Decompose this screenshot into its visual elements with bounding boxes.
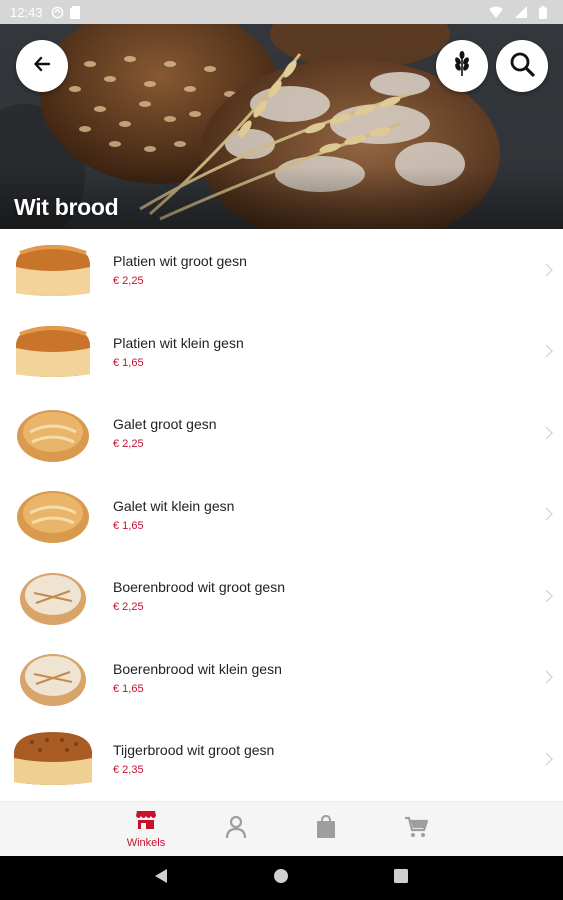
bag-icon: [316, 814, 336, 844]
product-image: [16, 244, 90, 296]
product-name: Platien wit klein gesn: [113, 334, 244, 351]
product-name: Boerenbrood wit klein gesn: [113, 660, 282, 677]
product-image: [14, 731, 92, 785]
store-icon: [135, 810, 157, 835]
product-image: [17, 491, 89, 544]
chevron-right-icon: [545, 589, 554, 608]
system-navigation-bar: [0, 856, 563, 900]
sd-card-icon: [69, 5, 80, 19]
chevron-right-icon: [545, 507, 554, 526]
product-name: Tijgerbrood wit groot gesn: [113, 742, 275, 759]
circle-home-icon: [273, 868, 289, 889]
search-icon: [509, 51, 535, 82]
product-item[interactable]: Boerenbrood wit klein gesn € 1,65: [0, 637, 563, 719]
nav-orders[interactable]: [296, 802, 356, 857]
product-item[interactable]: Platien wit klein gesn € 1,65: [0, 311, 563, 393]
cart-icon: [404, 816, 429, 843]
triangle-back-icon: [154, 868, 168, 889]
system-back-button[interactable]: [151, 868, 171, 888]
product-name: Platien wit groot gesn: [113, 253, 247, 270]
product-price: € 2,35: [113, 764, 144, 777]
search-button[interactable]: [496, 40, 548, 92]
chevron-right-icon: [545, 263, 554, 282]
product-price: € 2,25: [113, 601, 144, 614]
product-name: Galet wit klein gesn: [113, 497, 235, 514]
back-button[interactable]: [16, 40, 68, 92]
status-bar: 12:43: [0, 0, 563, 24]
product-price: € 2,25: [113, 275, 144, 288]
person-icon: [225, 815, 247, 844]
product-list: Platien wit groot gesn € 2,25 Platien wi…: [0, 229, 563, 801]
nav-account[interactable]: [206, 802, 266, 857]
product-name: Galet groot gesn: [113, 416, 217, 433]
nav-stores-label: Winkels: [126, 837, 166, 849]
product-price: € 1,65: [113, 519, 144, 532]
product-image: [16, 326, 90, 378]
wifi-icon: [489, 6, 503, 18]
product-item[interactable]: Galet wit klein gesn € 1,65: [0, 474, 563, 556]
chevron-right-icon: [545, 426, 554, 445]
status-time: 12:43: [10, 4, 43, 20]
product-price: € 1,65: [113, 356, 144, 369]
app-screen: 12:43 Wit brood Platien wit groot gesn €…: [0, 0, 563, 900]
chevron-right-icon: [545, 344, 554, 363]
product-name: Boerenbrood wit groot gesn: [113, 579, 285, 596]
product-price: € 1,65: [113, 682, 144, 695]
allergen-filter-button[interactable]: [436, 40, 488, 92]
system-home-button[interactable]: [271, 868, 291, 888]
product-item[interactable]: Galet groot gesn € 2,25: [0, 392, 563, 474]
product-price: € 2,25: [113, 438, 144, 451]
sync-icon: [51, 6, 64, 19]
chevron-right-icon: [545, 752, 554, 771]
wheat-icon: [452, 50, 472, 82]
nav-cart[interactable]: [386, 802, 446, 857]
product-item[interactable]: Tijgerbrood wit groot gesn € 2,35: [0, 718, 563, 800]
square-recents-icon: [394, 868, 408, 888]
product-item[interactable]: Platien wit groot gesn € 2,25: [0, 229, 563, 311]
product-image: [17, 409, 89, 462]
product-image: [20, 572, 86, 625]
back-arrow-icon: [33, 55, 51, 78]
bottom-navigation: Winkels: [0, 801, 563, 856]
page-title: Wit brood: [14, 194, 119, 220]
system-recents-button[interactable]: [391, 868, 411, 888]
nav-stores[interactable]: Winkels: [116, 802, 176, 857]
product-item[interactable]: Boerenbrood wit groot gesn € 2,25: [0, 555, 563, 637]
signal-icon: [515, 6, 527, 18]
product-image: [20, 654, 86, 707]
chevron-right-icon: [545, 670, 554, 689]
battery-icon: [539, 5, 547, 19]
category-header: Wit brood: [0, 24, 563, 229]
